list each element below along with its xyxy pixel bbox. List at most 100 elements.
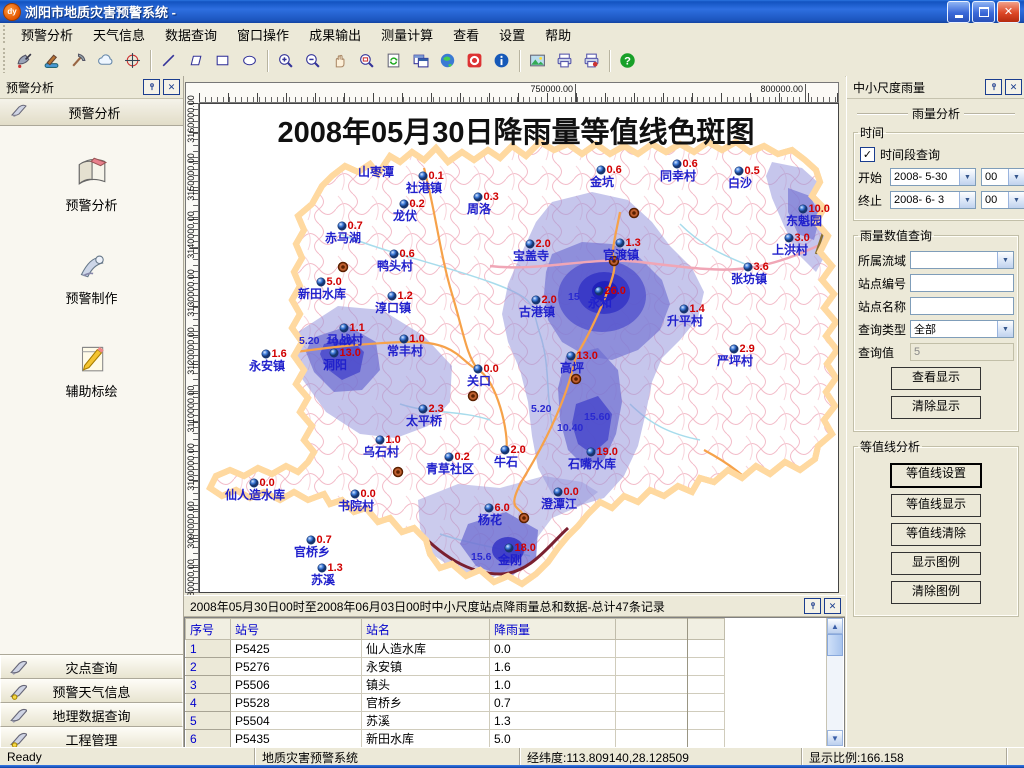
station-marker-icon[interactable] (744, 263, 752, 271)
data-cell[interactable]: P5504 (231, 712, 362, 730)
sidebar-bar-灾点查询[interactable]: 灾点查询 (0, 655, 183, 679)
menu-测量计算[interactable]: 测量计算 (371, 26, 443, 45)
data-cell[interactable]: 镇头 (362, 676, 490, 694)
menu-窗口操作[interactable]: 窗口操作 (227, 26, 299, 45)
station-name-input[interactable] (910, 297, 1014, 315)
polygon-tool-icon[interactable] (183, 48, 208, 73)
chevron-down-icon[interactable]: ▼ (959, 192, 975, 208)
row-number-cell[interactable]: 2 (186, 658, 231, 676)
start-hour-select[interactable]: 00 ▼ (981, 168, 1024, 186)
cloud-icon[interactable] (93, 48, 118, 73)
query-type-select[interactable]: 全部 ▼ (910, 320, 1014, 338)
table-row[interactable]: 3P5506镇头1.0 (186, 676, 725, 694)
print-icon[interactable] (552, 48, 577, 73)
row-number-cell[interactable]: 6 (186, 730, 231, 748)
crosshair-icon[interactable] (120, 48, 145, 73)
resize-grip[interactable] (1007, 748, 1024, 766)
station-marker-icon[interactable] (400, 200, 408, 208)
station-id-input[interactable] (910, 274, 1014, 292)
data-cell[interactable]: P5435 (231, 730, 362, 748)
station-marker-icon[interactable] (587, 448, 595, 456)
data-cell[interactable]: 0.0 (490, 640, 616, 658)
table-row[interactable]: 2P5276永安镇1.6 (186, 658, 725, 676)
button-等值线显示[interactable]: 等值线显示 (891, 494, 981, 517)
stop-icon[interactable] (462, 48, 487, 73)
sidebar-close-icon[interactable]: ✕ (163, 79, 180, 95)
menu-帮助[interactable]: 帮助 (535, 26, 581, 45)
minimize-button[interactable] (947, 1, 970, 23)
station-marker-icon[interactable] (501, 446, 509, 454)
end-date-select[interactable]: 2008- 6- 3 ▼ (890, 191, 976, 209)
station-marker-icon[interactable] (318, 564, 326, 572)
image-export-icon[interactable] (525, 48, 550, 73)
data-cell[interactable]: 新田水库 (362, 730, 490, 748)
data-cell[interactable]: P5276 (231, 658, 362, 676)
station-marker-icon[interactable] (262, 350, 270, 358)
menu-数据查询[interactable]: 数据查询 (155, 26, 227, 45)
zoom-in-icon[interactable] (273, 48, 298, 73)
table-row[interactable]: 1P5425仙人造水库0.0 (186, 640, 725, 658)
sidebar-bar-地理数据查询[interactable]: 地理数据查询 (0, 703, 183, 727)
station-marker-icon[interactable] (474, 365, 482, 373)
table-vscrollbar[interactable]: ▲ ▼ (826, 618, 843, 746)
close-button[interactable]: ✕ (997, 1, 1020, 23)
station-marker-icon[interactable] (673, 160, 681, 168)
query-value-input[interactable]: 5 (910, 343, 1014, 361)
time-range-checkbox[interactable]: ✓ (860, 147, 875, 162)
help-icon[interactable]: ? (615, 48, 640, 73)
chevron-down-icon[interactable]: ▼ (959, 169, 975, 185)
ellipse-tool-icon[interactable] (237, 48, 262, 73)
info-icon[interactable] (489, 48, 514, 73)
station-marker-icon[interactable] (554, 488, 562, 496)
menu-查看[interactable]: 查看 (443, 26, 489, 45)
end-hour-select[interactable]: 00 ▼ (981, 191, 1024, 209)
sidebar-pin-icon[interactable] (143, 79, 160, 95)
rain-panel-pin-icon[interactable] (985, 79, 1002, 95)
station-marker-icon[interactable] (505, 544, 513, 552)
rain-panel-close-icon[interactable]: ✕ (1005, 79, 1022, 95)
menubar-grip[interactable] (2, 25, 7, 43)
menu-成果输出[interactable]: 成果输出 (299, 26, 371, 45)
zoom-window-icon[interactable] (354, 48, 379, 73)
station-marker-icon[interactable] (526, 240, 534, 248)
restore-button[interactable] (972, 1, 995, 23)
menu-设置[interactable]: 设置 (489, 26, 535, 45)
station-marker-icon[interactable] (485, 504, 493, 512)
row-number-cell[interactable]: 1 (186, 640, 231, 658)
scroll-thumb[interactable] (827, 634, 843, 656)
scroll-up-arrow[interactable]: ▲ (827, 618, 843, 634)
scroll-down-arrow[interactable]: ▼ (827, 730, 843, 746)
station-marker-icon[interactable] (307, 536, 315, 544)
pan-hand-icon[interactable] (327, 48, 352, 73)
station-marker-icon[interactable] (595, 287, 603, 295)
button-查看显示[interactable]: 查看显示 (891, 367, 981, 390)
column-header-降雨量[interactable]: 降雨量 (490, 619, 616, 640)
start-date-select[interactable]: 2008- 5-30 ▼ (890, 168, 976, 186)
station-marker-icon[interactable] (390, 250, 398, 258)
station-marker-icon[interactable] (730, 345, 738, 353)
column-header-站名[interactable]: 站名 (362, 619, 490, 640)
data-cell[interactable]: 5.0 (490, 730, 616, 748)
station-marker-icon[interactable] (400, 335, 408, 343)
sidebar-item-预警制作[interactable]: 预警制作 (65, 247, 117, 307)
sidebar-item-辅助标绘[interactable]: 辅助标绘 (65, 340, 117, 400)
sidebar-group-header[interactable]: 预警分析 (0, 99, 183, 126)
data-cell[interactable]: 苏溪 (362, 712, 490, 730)
chevron-down-icon[interactable]: ▼ (997, 321, 1013, 337)
station-marker-icon[interactable] (376, 436, 384, 444)
button-显示图例[interactable]: 显示图例 (891, 552, 981, 575)
row-number-cell[interactable]: 3 (186, 676, 231, 694)
station-marker-icon[interactable] (317, 278, 325, 286)
station-marker-icon[interactable] (680, 305, 688, 313)
table-pin-icon[interactable] (804, 598, 821, 614)
data-cell[interactable]: 1.0 (490, 676, 616, 694)
sidebar-item-预警分析[interactable]: 预警分析 (65, 154, 117, 214)
zoom-out-icon[interactable] (300, 48, 325, 73)
station-marker-icon[interactable] (616, 239, 624, 247)
menu-天气信息[interactable]: 天气信息 (83, 26, 155, 45)
button-等值线设置[interactable]: 等值线设置 (890, 463, 982, 488)
station-marker-icon[interactable] (474, 193, 482, 201)
station-marker-icon[interactable] (785, 234, 793, 242)
pick-tool-icon[interactable] (66, 48, 91, 73)
station-marker-icon[interactable] (340, 324, 348, 332)
